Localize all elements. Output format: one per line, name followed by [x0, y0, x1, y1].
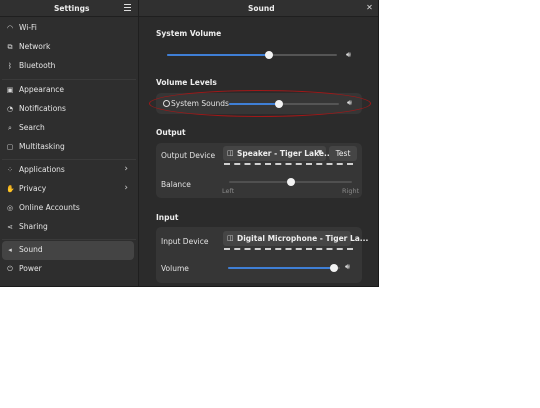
balance-knob[interactable]: [287, 178, 295, 186]
output-title: Output: [156, 128, 186, 137]
settings-window: Settings Sound ✕ ◠ Wi-Fi ⧉ Network ᛒ Blu…: [0, 0, 379, 287]
sidebar-item-bluetooth[interactable]: ᛒ Bluetooth: [2, 57, 134, 76]
sidebar-item-label: Sharing: [19, 222, 48, 231]
sidebar-divider: [2, 239, 136, 240]
sharing-icon: ⋖: [7, 223, 13, 231]
sidebar-item-label: Notifications: [19, 104, 66, 113]
sidebar-item-label: Sound: [19, 245, 43, 254]
input-volume-knob[interactable]: [330, 264, 338, 272]
appearance-icon: ▣: [6, 86, 14, 94]
settings-title: Settings: [54, 4, 90, 13]
chevron-right-icon: ›: [124, 183, 128, 193]
speaker-icon: ◂: [8, 246, 12, 254]
menu-icon[interactable]: [124, 4, 131, 11]
privacy-icon: ✋: [6, 185, 15, 193]
focus-indicator: [224, 163, 353, 165]
balance-left-label: Left: [222, 187, 235, 195]
sidebar-item-applications[interactable]: ⁘ Applications ›: [2, 161, 134, 180]
output-card: Output Device ◫ Speaker - Tiger Lake... …: [156, 143, 362, 198]
wifi-icon: ◠: [6, 24, 14, 32]
sidebar-item-label: Multitasking: [19, 142, 65, 151]
system-volume-slider[interactable]: [167, 51, 337, 59]
sidebar-item-multitasking[interactable]: ▢ Multitasking: [2, 138, 134, 157]
sidebar-item-label: Online Accounts: [19, 203, 80, 212]
multitasking-icon: ▢: [6, 143, 14, 151]
output-device-label: Output Device: [161, 151, 216, 160]
sidebar-item-online-accounts[interactable]: ◎ Online Accounts: [2, 199, 134, 218]
input-device-value: Digital Microphone - Tiger La...: [237, 234, 369, 243]
system-volume-title: System Volume: [156, 29, 222, 38]
sidebar-item-label: Applications: [19, 165, 65, 174]
chevron-down-icon: ▼: [317, 149, 322, 156]
sidebar-item-label: Power: [19, 264, 42, 273]
volume-high-icon: 🔊︎: [345, 262, 351, 271]
sidebar-item-sharing[interactable]: ⋖ Sharing: [2, 218, 134, 237]
sidebar-item-label: Wi-Fi: [19, 23, 37, 32]
network-icon: ⧉: [7, 43, 13, 51]
system-volume-knob[interactable]: [265, 51, 273, 59]
sidebar-item-sound[interactable]: ◂ Sound: [2, 241, 134, 260]
bluetooth-icon: ᛒ: [7, 62, 13, 70]
sidebar-item-network[interactable]: ⧉ Network: [2, 38, 134, 57]
sidebar-header: Settings: [0, 0, 139, 17]
system-volume-fill: [167, 54, 269, 56]
sidebar-item-label: Privacy: [19, 184, 47, 193]
balance-right-label: Right: [342, 187, 360, 195]
volume-levels-title: Volume Levels: [156, 78, 217, 87]
annotation-ellipse: [149, 90, 371, 117]
focus-indicator: [224, 248, 353, 250]
sidebar-item-label: Bluetooth: [19, 61, 56, 70]
close-icon[interactable]: ✕: [365, 3, 374, 12]
input-device-dropdown[interactable]: ◫ Digital Microphone - Tiger La...: [223, 231, 368, 246]
sidebar-divider: [2, 79, 136, 80]
volume-high-icon: 🔊︎: [346, 50, 352, 59]
input-device-label: Input Device: [161, 237, 209, 246]
sidebar-item-notifications[interactable]: ◔ Notifications: [2, 100, 134, 119]
sidebar-item-wifi[interactable]: ◠ Wi-Fi: [2, 19, 134, 38]
search-icon: ⌕: [8, 124, 12, 132]
content-header: Sound ✕: [139, 0, 378, 17]
output-device-dropdown[interactable]: ◫ Speaker - Tiger Lake... ▼: [223, 146, 333, 161]
balance-slider[interactable]: [229, 178, 352, 186]
sidebar-divider: [2, 159, 136, 160]
sidebar: ◠ Wi-Fi ⧉ Network ᛒ Bluetooth ▣ Appearan…: [0, 17, 139, 286]
input-card: Input Device ◫ Digital Microphone - Tige…: [156, 227, 368, 283]
speaker-icon: ◫: [227, 149, 234, 157]
chevron-right-icon: ›: [124, 164, 128, 174]
bell-icon: ◔: [6, 105, 14, 113]
input-volume-fill: [228, 267, 334, 269]
sidebar-item-label: Appearance: [19, 85, 65, 94]
sound-panel: System Volume 🔊︎ Volume Levels System So…: [139, 17, 378, 286]
input-title: Input: [156, 213, 179, 222]
sidebar-item-label: Search: [19, 123, 45, 132]
test-button[interactable]: Test: [329, 146, 357, 161]
sidebar-item-power[interactable]: ⏻ Power: [2, 260, 134, 279]
apps-icon: ⁘: [7, 166, 13, 174]
page-title: Sound: [248, 4, 275, 13]
input-volume-label: Volume: [161, 264, 189, 273]
sidebar-item-label: Network: [19, 42, 51, 51]
accounts-icon: ◎: [6, 204, 14, 212]
input-volume-slider[interactable]: [228, 264, 340, 272]
power-icon: ⏻: [7, 265, 13, 273]
sidebar-item-appearance[interactable]: ▣ Appearance: [2, 81, 134, 100]
sidebar-item-search[interactable]: ⌕ Search: [2, 119, 134, 138]
balance-label: Balance: [161, 180, 191, 189]
sidebar-item-privacy[interactable]: ✋ Privacy ›: [2, 180, 134, 199]
microphone-icon: ◫: [227, 234, 234, 242]
